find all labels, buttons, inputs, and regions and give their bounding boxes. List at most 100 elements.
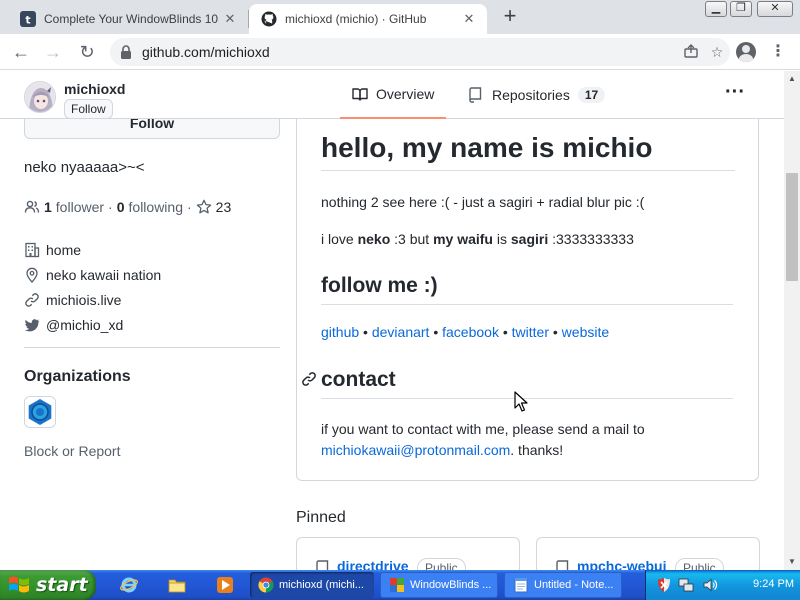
followers-label[interactable]: follower [56,199,104,215]
media-player-icon[interactable] [216,576,234,594]
tab-overview[interactable]: Overview [340,71,447,119]
profile-details: home neko kawaii nation michiois.live @m… [24,237,161,337]
scroll-up-arrow-icon[interactable]: ▲ [784,71,800,87]
text-segment: :3 but [390,231,434,247]
block-or-report-link[interactable]: Block or Report [24,443,120,459]
detail-location: neko kawaii nation [24,262,161,287]
back-button[interactable]: ← [9,40,33,64]
stats-separator: · [108,199,113,215]
network-icon[interactable] [678,577,694,593]
notepad-icon [513,577,529,593]
detail-website[interactable]: michiois.live [24,287,161,312]
user-avatar[interactable] [24,81,56,113]
sidebar-divider [24,347,280,348]
address-bar[interactable]: github.com/michioxd ☆ [110,38,730,66]
link-separator: • [548,324,562,340]
detail-text[interactable]: michiois.live [46,292,121,308]
readme-heading: hello, my name is michio [321,132,735,171]
contact-email-link[interactable]: michiokawaii@protonmail.com [321,442,510,458]
link-separator: • [429,324,443,340]
link-devianart[interactable]: devianart [372,324,430,340]
tab-repositories[interactable]: Repositories 17 [468,71,606,119]
readme-paragraph-love: i love neko :3 but my waifu is sagiri :3… [321,231,634,247]
twitter-icon [24,317,40,333]
bookmark-star-icon[interactable]: ☆ [704,44,730,61]
detail-text: home [46,241,82,258]
header-follow-button[interactable]: Follow [64,99,113,119]
system-clock[interactable]: 9:24 PM [734,578,794,590]
lock-icon[interactable] [120,45,134,59]
folder-icon[interactable] [168,576,186,594]
new-tab-button[interactable]: + [498,5,522,29]
browser-tab-strip: t Complete Your WindowBlinds 10 ✕ michio… [0,0,800,34]
taskbar-item-windowblinds[interactable]: WindowBlinds ... [380,572,498,598]
visibility-badge: Public [417,558,466,570]
anchor-link-icon[interactable] [301,371,317,387]
url-text[interactable]: github.com/michioxd [142,44,678,60]
tab-overview-label: Overview [376,86,435,102]
pinned-repo-name[interactable]: mpchc-webui [577,558,666,570]
stars-count[interactable]: 23 [216,199,232,215]
pinned-title: Pinned [296,509,346,526]
forward-button[interactable]: → [41,40,65,64]
taskbar-item-notepad[interactable]: Untitled - Note... [504,572,622,598]
link-website[interactable]: website [562,324,609,340]
start-label: start [36,574,88,596]
windows-flag-icon [8,575,30,595]
followers-count[interactable]: 1 [44,199,52,215]
page-viewport: Follow neko nyaaaaa>~< 1 follower · 0 fo… [0,71,784,570]
visibility-badge: Public [675,558,724,570]
following-count[interactable]: 0 [117,199,125,215]
more-options-icon[interactable]: ··· [722,82,748,107]
text-segment: is [492,231,511,247]
start-button[interactable]: start [0,570,96,600]
maximize-button[interactable]: ❐ [730,1,752,17]
close-window-button[interactable]: ✕ [757,1,793,17]
volume-icon[interactable] [702,577,718,593]
link-facebook[interactable]: facebook [442,324,499,340]
scrollbar-thumb[interactable] [786,173,798,281]
bold-segment: sagiri [510,231,549,247]
bold-segment: neko [357,231,391,247]
detail-text[interactable]: @michio_xd [46,317,123,333]
svg-text:t: t [25,14,30,27]
organization-avatar[interactable] [24,396,56,428]
minimize-button[interactable]: ▁ [705,1,727,17]
github-profile-header: michioxd Follow Overview Repositories 17… [0,71,784,119]
reload-button[interactable]: ↻ [75,40,99,64]
pinned-repo-name[interactable]: directdrive [337,558,409,570]
browser-tab-github[interactable]: michioxd (michio) · GitHub ✕ [249,4,487,34]
contact-tail: . thanks! [510,442,564,458]
browser-menu-icon[interactable]: ⋮ [770,42,786,62]
internet-explorer-icon[interactable] [120,576,138,594]
following-label[interactable]: following [129,199,183,215]
taskbar-item-chrome[interactable]: michioxd (michi... [250,572,374,598]
contact-paragraph: if you want to contact with me, please s… [321,419,735,461]
profile-avatar-icon[interactable] [736,42,756,62]
mouse-cursor-icon [514,391,528,412]
share-icon[interactable] [678,43,704,61]
chrome-icon [258,577,274,593]
organizations-title: Organizations [24,368,131,385]
tab-title: Complete Your WindowBlinds 10 [44,12,219,26]
detail-twitter[interactable]: @michio_xd [24,312,161,337]
tumblr-t-icon: t [20,11,36,27]
system-tray: 9:24 PM [645,570,800,600]
follow-heading: follow me :) [321,274,733,305]
link-separator: • [498,324,512,340]
repositories-counter: 17 [577,87,606,103]
scroll-down-arrow-icon[interactable]: ▼ [784,554,800,570]
link-twitter[interactable]: twitter [512,324,549,340]
star-icon [196,199,212,215]
browser-toolbar: ← → ↻ github.com/michioxd ☆ ⋮ [0,34,800,70]
security-alert-icon[interactable] [656,577,672,593]
close-tab-icon[interactable]: ✕ [459,11,479,27]
link-github[interactable]: github [321,324,359,340]
profile-stats: 1 follower · 0 following · 23 [24,199,231,215]
browser-tab-windowblinds[interactable]: t Complete Your WindowBlinds 10 ✕ [8,4,248,34]
close-tab-icon[interactable]: ✕ [220,11,240,27]
detail-company: home [24,237,161,262]
page-scrollbar[interactable]: ▲ ▼ [784,71,800,570]
bold-segment: my waifu [433,231,493,247]
repo-icon [468,87,484,103]
